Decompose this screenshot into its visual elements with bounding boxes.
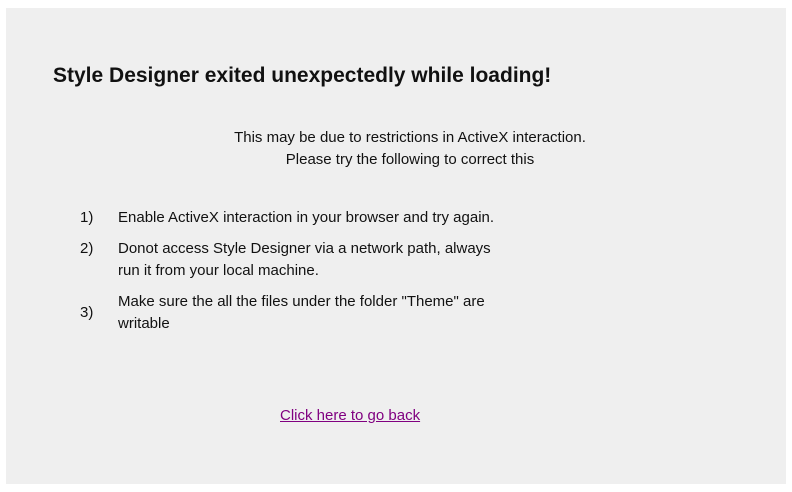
error-intro: This may be due to restrictions in Activ… [142,127,678,171]
step-text-line: Donot access Style Designer via a networ… [118,240,491,257]
step-text-line: Make sure the all the files under the fo… [118,293,485,310]
troubleshooting-steps: 1) Enable ActiveX interaction in your br… [80,207,680,344]
step-text-line: Enable ActiveX interaction in your brows… [118,209,495,226]
step-text: Enable ActiveX interaction in your brows… [118,207,658,229]
step-text-line: writable [118,315,170,332]
step-number: 3) [80,304,94,321]
step-number: 1) [80,209,94,226]
error-panel: Style Designer exited unexpectedly while… [6,8,786,484]
step-number: 2) [80,240,94,257]
step-text-line: run it from your local machine. [118,262,319,279]
intro-line-2: Please try the following to correct this [285,151,535,168]
go-back-link[interactable]: Click here to go back [280,407,420,424]
error-title: Style Designer exited unexpectedly while… [53,64,552,87]
step-item-3: 3) Make sure the all the files under the… [80,291,680,335]
intro-line-1: This may be due to restrictions in Activ… [234,129,586,146]
step-item-2: 2) Donot access Style Designer via a net… [80,238,680,282]
step-item-1: 1) Enable ActiveX interaction in your br… [80,207,680,229]
step-text: Make sure the all the files under the fo… [118,291,658,335]
step-text: Donot access Style Designer via a networ… [118,238,658,282]
